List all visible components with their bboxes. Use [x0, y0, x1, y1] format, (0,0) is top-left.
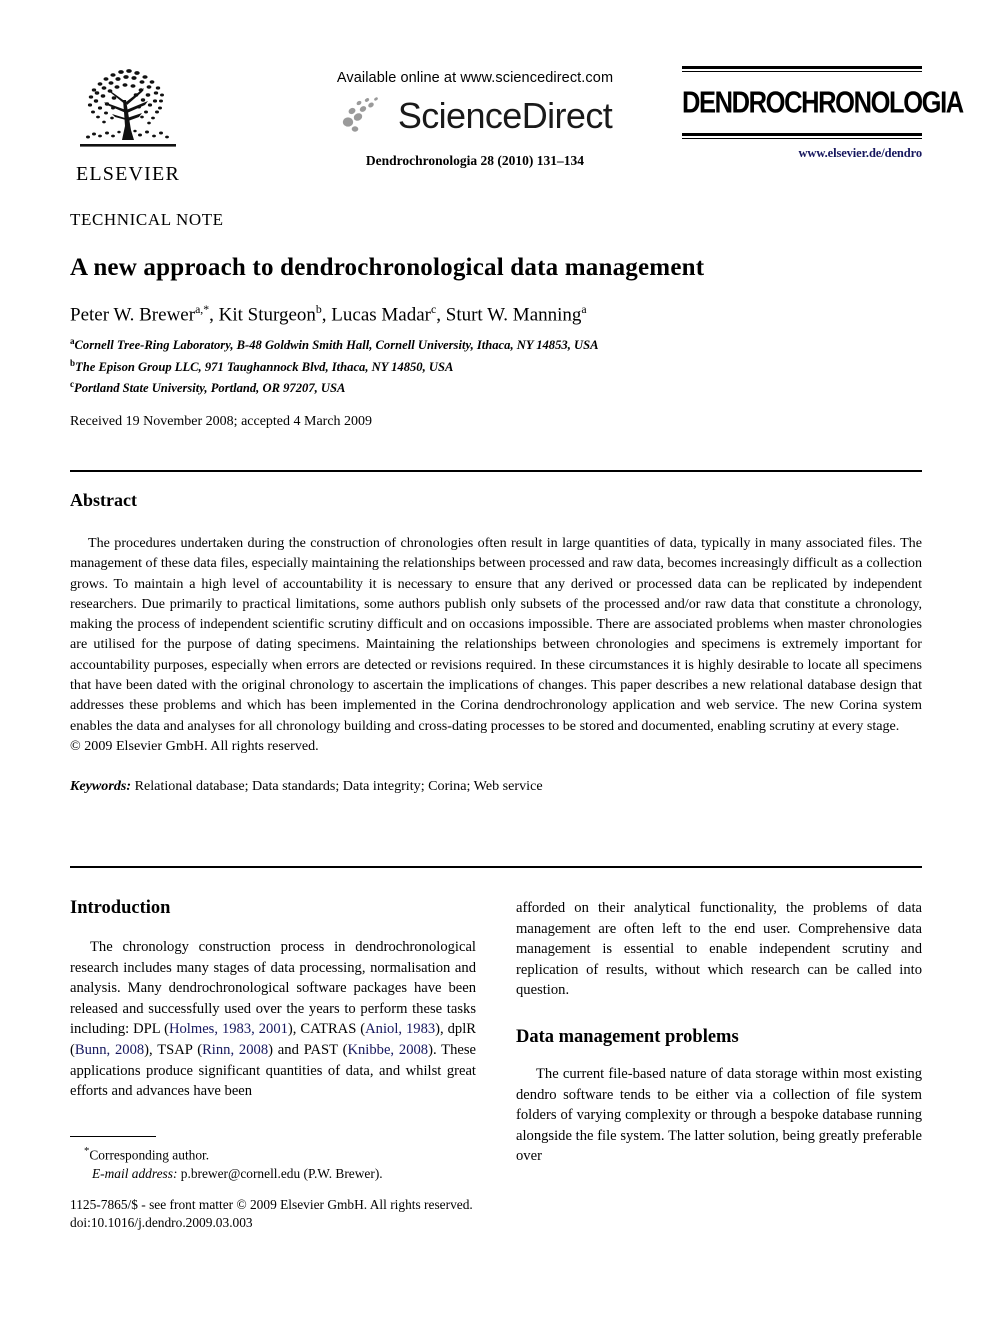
sciencedirect-wordmark: ScienceDirect: [397, 95, 613, 136]
footnote-divider: [70, 1136, 156, 1137]
section-heading-introduction: Introduction: [70, 898, 171, 918]
footnote-block: *Corresponding author. E-mail address: p…: [70, 1142, 490, 1183]
author-separator: ,: [209, 304, 219, 326]
journal-title: DENDROCHRONOLOGIA: [682, 86, 964, 120]
author-name: Peter W. Brewer: [70, 304, 196, 326]
article-history: Received 19 November 2008; accepted 4 Ma…: [70, 414, 373, 429]
journal-url-link[interactable]: www.elsevier.de/dendro: [682, 139, 923, 161]
keywords-label: Keywords:: [70, 778, 132, 795]
doi-line[interactable]: doi:10.1016/j.dendro.2009.03.003: [70, 1214, 570, 1232]
right-column: afforded on their analytical functionali…: [516, 898, 922, 1167]
affiliation-text: Cornell Tree-Ring Laboratory, B-48 Goldw…: [74, 338, 599, 353]
author-name: Lucas Madar: [331, 304, 432, 326]
corresponding-author-text: Corresponding author.: [89, 1147, 210, 1163]
sciencedirect-block: Available online at www.sciencedirect.co…: [265, 70, 685, 169]
title-block: TECHNICAL NOTE A new approach to dendroc…: [70, 210, 922, 326]
keywords-line: Keywords: Relational database; Data stan…: [70, 778, 922, 795]
issn-copyright-line: 1125-7865/$ - see front matter © 2009 El…: [70, 1197, 473, 1212]
affiliation-list: aCornell Tree-Ring Laboratory, B-48 Gold…: [70, 333, 922, 398]
elsevier-tree-icon: [80, 69, 176, 147]
author-separator: ,: [321, 304, 332, 326]
keywords-value: Relational database; Data standards; Dat…: [134, 778, 543, 795]
journal-citation-line: Dendrochronologia 28 (2010) 131–134: [365, 153, 585, 168]
intro-sep-4: ) and PAST (: [268, 1041, 348, 1058]
citation-link[interactable]: Knibbe, 2008: [347, 1042, 428, 1058]
article-page: ELSEVIER Available online at www.science…: [0, 0, 992, 1323]
imprint-block: 1125-7865/$ - see front matter © 2009 El…: [70, 1196, 570, 1232]
author-separator: ,: [436, 304, 446, 326]
citation-link[interactable]: Holmes, 1983, 2001: [169, 1021, 288, 1037]
author-marks: a: [581, 303, 587, 316]
email-label: E-mail address:: [92, 1166, 178, 1182]
abstract-text: The procedures undertaken during the con…: [70, 533, 922, 736]
affiliation-text: The Epison Group LLC, 971 Taughannock Bl…: [75, 359, 454, 374]
intro-sep-1: ), CATRAS (: [287, 1021, 366, 1038]
introduction-paragraph-continued: afforded on their analytical functionali…: [516, 900, 922, 999]
corresponding-author-note: *Corresponding author.: [70, 1142, 490, 1164]
affiliation-item: bThe Epison Group LLC, 971 Taughannock B…: [70, 355, 922, 377]
body-columns: Introduction The chronology construction…: [70, 898, 922, 1238]
abstract-heading: Abstract: [70, 490, 137, 510]
author-name: Kit Sturgeon: [218, 304, 316, 326]
sciencedirect-logo: ScienceDirect: [265, 93, 685, 139]
author-marks: a,*: [195, 303, 210, 316]
section-heading-data-management-problems: Data management problems: [516, 1026, 739, 1047]
introduction-paragraph: The chronology construction process in d…: [70, 937, 476, 1102]
affiliation-text: Portland State University, Portland, OR …: [74, 381, 346, 396]
intro-sep-3: ), TSAP (: [144, 1041, 203, 1058]
author-name: Sturt W. Manning: [445, 304, 582, 326]
abstract-section: Abstract The procedures undertaken durin…: [70, 490, 922, 795]
sciencedirect-swoosh-icon: [342, 97, 378, 132]
citation-link[interactable]: Rinn, 2008: [202, 1042, 268, 1058]
citation-link[interactable]: Aniol, 1983: [365, 1021, 435, 1037]
left-column: Introduction The chronology construction…: [70, 898, 476, 1102]
page-title: A new approach to dendrochronological da…: [70, 254, 705, 281]
available-online-text: Available online at www.sciencedirect.co…: [336, 70, 614, 86]
elsevier-wordmark: ELSEVIER: [75, 163, 181, 185]
abstract-divider-top: [70, 470, 922, 472]
data-management-paragraph: The current file-based nature of data st…: [516, 1065, 922, 1165]
citation-link[interactable]: Bunn, 2008: [75, 1042, 144, 1058]
journal-header: ELSEVIER Available online at www.science…: [70, 58, 964, 208]
elsevier-logo: ELSEVIER: [70, 60, 186, 192]
abstract-copyright: © 2009 Elsevier GmbH. All rights reserve…: [70, 737, 319, 754]
abstract-paragraph: The procedures undertaken during the con…: [70, 535, 922, 734]
email-value[interactable]: p.brewer@cornell.edu (P.W. Brewer).: [181, 1166, 383, 1181]
author-list: Peter W. Brewera,*, Kit Sturgeonb, Lucas…: [70, 303, 922, 326]
affiliation-item: aCornell Tree-Ring Laboratory, B-48 Gold…: [70, 333, 922, 355]
affiliation-item: cPortland State University, Portland, OR…: [70, 376, 922, 398]
email-note: E-mail address: p.brewer@cornell.edu (P.…: [70, 1164, 490, 1183]
journal-masthead: DENDROCHRONOLOGIA www.elsevier.de/dendro: [682, 66, 964, 161]
abstract-divider-bottom: [70, 866, 922, 868]
article-category: TECHNICAL NOTE: [70, 210, 224, 229]
